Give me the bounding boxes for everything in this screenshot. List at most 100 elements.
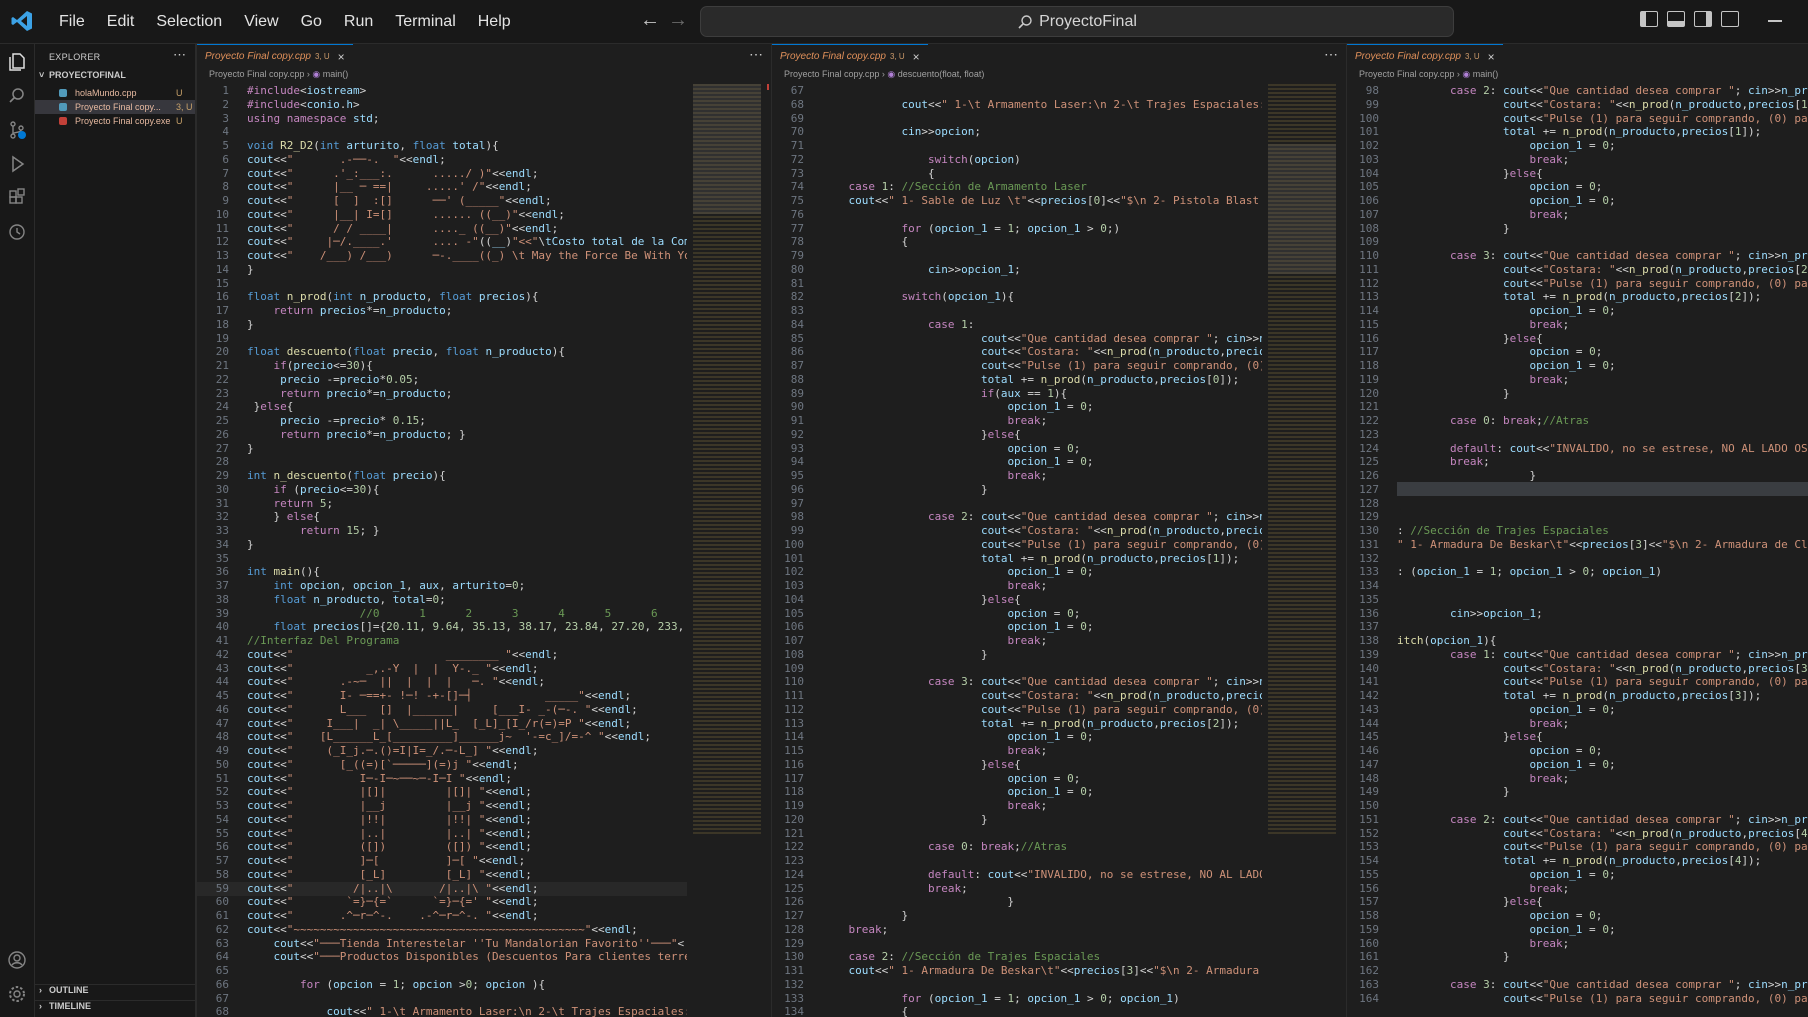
timeline-section[interactable]: › TIMELINE	[35, 1000, 195, 1015]
line-number: 37	[215, 579, 229, 592]
extensions-icon[interactable]	[7, 188, 27, 208]
folder-label: PROYECTOFINAL	[49, 70, 126, 80]
line-number: 152	[1359, 826, 1379, 840]
customize-layout-icon[interactable]	[1721, 11, 1739, 27]
line-number: 68	[215, 1005, 229, 1017]
code-line: cout<<"Pulse (1) para seguir comprando, …	[1502, 991, 1808, 1005]
file-item-holamundo[interactable]: holaMundo.cpp U	[35, 86, 195, 100]
menu-view[interactable]: View	[233, 13, 289, 31]
code-line: cout<<" I─-I─~──~─-I─I "<<endl;	[247, 771, 512, 785]
code-line: cout<<" .^─r─^-. .-^─r─^-. "<<endl;	[247, 909, 539, 922]
code-line: case 2: cout<<"Que cantidad desea compra…	[1449, 812, 1808, 826]
code-editor[interactable]: #include<iostream> #include<conio.h> using…	[247, 84, 687, 1017]
line-number: 142	[1359, 689, 1379, 702]
line-number: 155	[1359, 867, 1379, 881]
source-control-icon[interactable]	[7, 120, 27, 140]
search-icon[interactable]	[7, 86, 27, 106]
timeline-icon[interactable]	[7, 222, 27, 242]
line-number: 40	[215, 620, 229, 634]
editor-tab[interactable]: Proyecto Final copy.cpp 3, U ×	[197, 44, 353, 68]
forward-arrow-icon[interactable]: →	[668, 9, 688, 32]
settings-gear-icon[interactable]	[7, 984, 27, 1004]
line-number: 41	[215, 634, 229, 647]
code-editor[interactable]: case 2: cout<<"Que cantidad desea compra…	[1397, 84, 1808, 1005]
breadcrumb-symbol[interactable]: main()	[323, 69, 349, 79]
code-editor[interactable]: cout<<" 1-\t Armamento Laser:\n 2-\t Tra…	[822, 84, 1263, 1017]
line-number: 67	[790, 84, 804, 97]
line-number: 148	[1359, 771, 1379, 785]
minimap-slider[interactable]	[693, 84, 761, 214]
line-number: 63	[215, 936, 229, 950]
menu-file[interactable]: File	[48, 13, 96, 31]
line-numbers: 67 68 69 70 71 72 73 74 75 76 77 78 79 80 81 82 83 84 85 86…	[772, 84, 804, 1017]
close-icon[interactable]: ×	[1488, 50, 1495, 64]
line-number: 59	[215, 881, 229, 895]
code-line: total += n_prod(n_producto,precios[2]);	[980, 716, 1240, 730]
code-line: cout<<" ([]) ([]) "<<endl;	[247, 840, 532, 854]
breadcrumb-file[interactable]: Proyecto Final copy.cpp	[209, 69, 304, 79]
line-number: 55	[215, 826, 229, 840]
command-center-search[interactable]: ProyectoFinal	[700, 6, 1454, 37]
account-icon[interactable]	[7, 950, 27, 970]
breadcrumb-file[interactable]: Proyecto Final copy.cpp	[784, 69, 879, 79]
code-line: total += n_prod(n_producto,precios[4]);	[1502, 854, 1762, 867]
code-line: cout<<" .'_:___:. ...../ )"<<endl;	[247, 166, 539, 180]
breadcrumb-symbol[interactable]: descuento(float, float)	[898, 69, 985, 79]
menu-help[interactable]: Help	[467, 13, 522, 31]
minimap[interactable]	[1268, 84, 1336, 834]
code-line: cin>>opcion;	[901, 125, 981, 139]
back-arrow-icon[interactable]: ←	[640, 9, 660, 32]
line-numbers: 1 2 3 4 5 6 7 8 9 10 11 12 13 14 15 16 17 18 19 20 21 22 23 24 2…	[197, 84, 229, 1017]
editor-tab[interactable]: Proyecto Final copy.cpp 3, U ×	[772, 44, 928, 68]
close-icon[interactable]: ×	[913, 50, 920, 64]
menu-edit[interactable]: Edit	[96, 13, 146, 31]
line-number: 127	[1359, 482, 1379, 496]
line-number: 103	[1359, 152, 1379, 166]
line-number: 36	[215, 565, 229, 579]
search-icon	[1018, 14, 1032, 29]
file-item-proyecto-final-exe[interactable]: Proyecto Final copy.exe U	[35, 114, 195, 128]
breadcrumb: Proyecto Final copy.cpp › ◉ descuento(fl…	[784, 69, 985, 79]
line-number: 104	[784, 592, 804, 606]
more-actions-icon[interactable]: ⋯	[1324, 46, 1338, 63]
menu-run[interactable]: Run	[333, 13, 384, 31]
more-actions-icon[interactable]: ⋯	[749, 46, 763, 63]
minimize-icon[interactable]	[1768, 20, 1782, 22]
explorer-icon[interactable]	[7, 52, 27, 72]
menu-go[interactable]: Go	[290, 13, 333, 31]
line-number: 138	[1359, 634, 1379, 647]
file-item-proyecto-final-cpp[interactable]: Proyecto Final copy... 3, U	[35, 100, 195, 114]
code-line: case 0: break;//Atras	[1449, 414, 1590, 427]
code-line: }	[247, 441, 254, 455]
activity-bar	[0, 44, 35, 1017]
breadcrumb-symbol[interactable]: main()	[1473, 69, 1499, 79]
line-number: 1	[222, 84, 229, 97]
minimap[interactable]	[693, 84, 761, 834]
line-number: 147	[1359, 757, 1379, 771]
editor-tab[interactable]: Proyecto Final copy.cpp 3, U ×	[1347, 44, 1503, 68]
menu-terminal[interactable]: Terminal	[384, 13, 466, 31]
toggle-panel-icon[interactable]	[1667, 11, 1685, 27]
code-line: cout<<" ________ "<<endl;	[247, 647, 559, 661]
toggle-sidebar-icon[interactable]	[1640, 11, 1658, 27]
minimap-slider[interactable]	[1268, 144, 1336, 274]
line-number: 112	[1359, 276, 1379, 290]
file-status: U	[176, 88, 183, 98]
code-line: //Interfaz Del Programa	[247, 634, 400, 647]
line-number: 99	[1365, 97, 1379, 111]
line-number: 125	[1359, 455, 1379, 469]
close-icon[interactable]: ×	[338, 50, 345, 64]
line-number: 75	[790, 194, 804, 207]
run-debug-icon[interactable]	[7, 154, 27, 174]
breadcrumb-file[interactable]: Proyecto Final copy.cpp	[1359, 69, 1454, 79]
folder-proyectofinal[interactable]: ˅ PROYECTOFINAL	[35, 70, 195, 84]
code-line: case 2: cout<<"Que cantidad desea compra…	[927, 510, 1262, 524]
menu-selection[interactable]: Selection	[145, 13, 233, 31]
more-actions-icon[interactable]: ⋯	[173, 47, 186, 63]
line-number: 31	[215, 496, 229, 510]
line-number: 77	[790, 221, 804, 235]
outline-section[interactable]: › OUTLINE	[35, 984, 195, 999]
toggle-secondary-sidebar-icon[interactable]	[1694, 11, 1712, 27]
